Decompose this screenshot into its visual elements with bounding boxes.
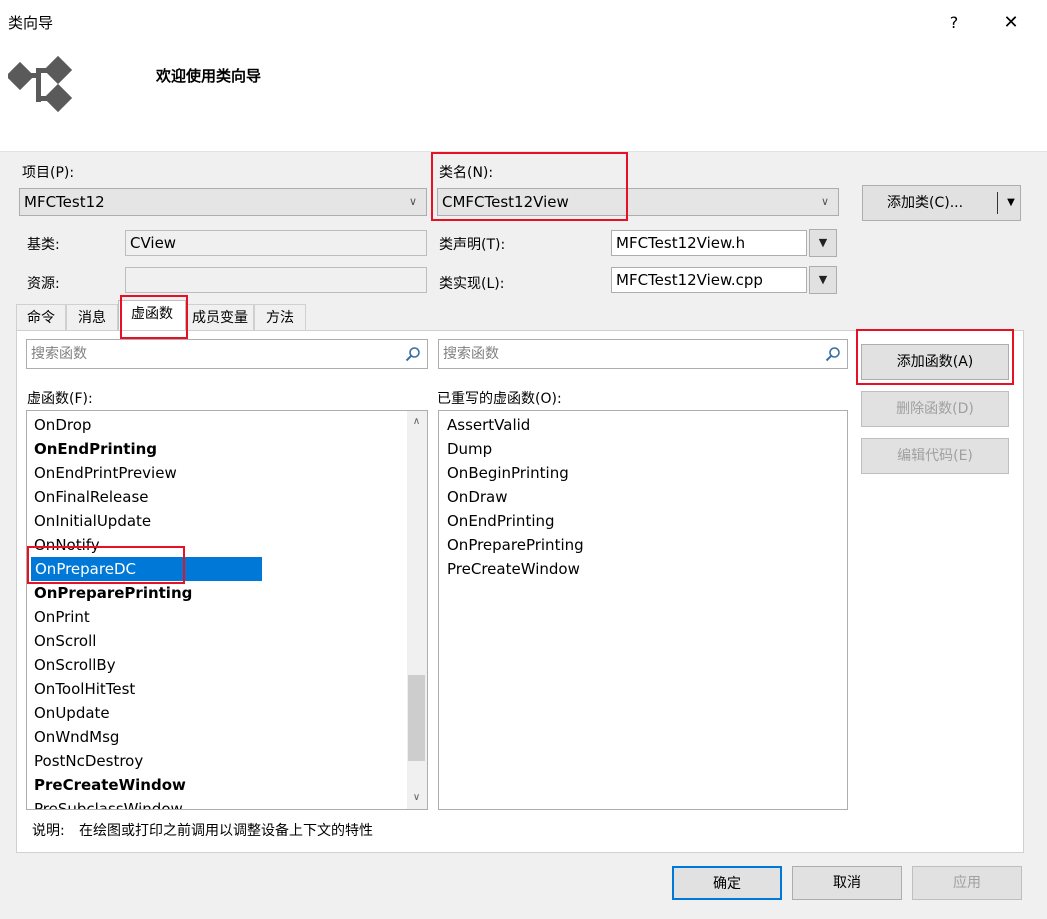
welcome-heading: 欢迎使用类向导 [156, 67, 262, 85]
help-button[interactable]: ? [938, 10, 970, 36]
edit-code-button[interactable]: 编辑代码(E) [861, 438, 1009, 474]
window-title: 类向导 [8, 14, 54, 32]
scroll-thumb[interactable] [408, 675, 425, 761]
list-item[interactable]: OnEndPrinting [27, 437, 407, 461]
baseclass-field: CView [125, 230, 427, 256]
declaration-field[interactable]: MFCTest12View.h [611, 230, 807, 256]
resource-label: 资源: [27, 276, 60, 292]
tab-messages[interactable]: 消息 [66, 304, 118, 330]
classname-combo[interactable]: CMFCTest12View ∨ [437, 188, 839, 216]
apply-button[interactable]: 应用 [912, 866, 1022, 900]
list-item-selected[interactable]: OnPrepareDC [31, 557, 262, 581]
split-divider [997, 192, 998, 214]
description-text: 在绘图或打印之前调用以调整设备上下文的特性 [79, 823, 373, 839]
list-item[interactable]: OnUpdate [27, 701, 407, 725]
chevron-down-icon: ∨ [820, 195, 830, 208]
overridden-search-placeholder: 搜索函数 [443, 346, 499, 362]
overridden-functions-items: AssertValid Dump OnBeginPrinting OnDraw OnEn… [439, 413, 847, 809]
list-item[interactable]: OnScroll [27, 629, 407, 653]
add-class-label: 添加类(C)... [887, 195, 964, 211]
tab-virtual-functions[interactable]: 虚函数 [118, 300, 186, 330]
virtual-list-scrollbar[interactable]: ∧ ∨ [407, 411, 427, 809]
list-item[interactable]: PostNcDestroy [27, 749, 407, 773]
class-wizard-logo-icon [8, 55, 73, 113]
list-item[interactable]: OnNotify [27, 533, 407, 557]
project-label: 项目(P): [22, 165, 75, 181]
baseclass-label: 基类: [27, 237, 60, 253]
close-button[interactable]: ✕ [995, 10, 1027, 36]
list-item[interactable]: OnDrop [27, 413, 407, 437]
tab-methods[interactable]: 方法 [254, 304, 306, 330]
list-item[interactable]: OnEndPrintPreview [27, 461, 407, 485]
caret-down-icon[interactable]: ▼ [1003, 186, 1019, 220]
project-value: MFCTest12 [24, 193, 105, 211]
classname-label: 类名(N): [439, 165, 494, 181]
virtual-search-placeholder: 搜索函数 [31, 346, 87, 362]
add-class-button[interactable]: 添加类(C)... ▼ [862, 185, 1021, 221]
list-item[interactable]: OnScrollBy [27, 653, 407, 677]
virtual-functions-label: 虚函数(F): [27, 391, 93, 407]
search-icon [405, 347, 420, 362]
tab-commands[interactable]: 命令 [16, 304, 66, 330]
ok-button[interactable]: 确定 [672, 866, 782, 900]
resource-field [125, 267, 427, 293]
overridden-search-input[interactable]: 搜索函数 [438, 339, 848, 369]
overridden-functions-label: 已重写的虚函数(O): [437, 391, 562, 407]
title-bar: 类向导 ? ✕ [0, 0, 1047, 44]
virtual-search-input[interactable]: 搜索函数 [26, 339, 428, 369]
virtual-functions-list[interactable]: OnDrop OnEndPrinting OnEndPrintPreview OnFi… [26, 410, 428, 810]
chevron-down-icon: ∨ [408, 195, 418, 208]
scroll-down-arrow-icon[interactable]: ∨ [408, 789, 425, 806]
list-item[interactable]: PreCreateWindow [439, 557, 847, 581]
implementation-label: 类实现(L): [439, 276, 505, 292]
welcome-banner [0, 44, 1047, 152]
add-function-button[interactable]: 添加函数(A) [861, 344, 1009, 380]
cancel-button[interactable]: 取消 [792, 866, 902, 900]
class-wizard-dialog: 类向导 ? ✕ 欢迎使用类向导 项目(P): MFCTest12 ∨ 类名(N)… [0, 0, 1047, 919]
list-item[interactable]: OnBeginPrinting [439, 461, 847, 485]
list-item[interactable]: OnPreparePrinting [439, 533, 847, 557]
tab-member-variables[interactable]: 成员变量 [186, 304, 254, 330]
implementation-field[interactable]: MFCTest12View.cpp [611, 267, 807, 293]
list-item[interactable]: OnPreparePrinting [27, 581, 407, 605]
description-label: 说明: [32, 823, 65, 839]
classname-value: CMFCTest12View [442, 193, 569, 211]
scroll-up-arrow-icon[interactable]: ∧ [408, 413, 425, 430]
list-item[interactable]: OnToolHitTest [27, 677, 407, 701]
list-item[interactable]: OnFinalRelease [27, 485, 407, 509]
declaration-dropdown-button[interactable]: ▼ [809, 229, 837, 257]
project-combo[interactable]: MFCTest12 ∨ [19, 188, 427, 216]
list-item[interactable]: Dump [439, 437, 847, 461]
list-item[interactable]: OnWndMsg [27, 725, 407, 749]
list-item[interactable]: AssertValid [439, 413, 847, 437]
delete-function-button[interactable]: 删除函数(D) [861, 391, 1009, 427]
virtual-functions-items: OnDrop OnEndPrinting OnEndPrintPreview OnFi… [27, 413, 407, 809]
list-item[interactable]: OnPrint [27, 605, 407, 629]
declaration-label: 类声明(T): [439, 237, 506, 253]
overridden-functions-list[interactable]: AssertValid Dump OnBeginPrinting OnDraw OnEn… [438, 410, 848, 810]
list-item[interactable]: OnInitialUpdate [27, 509, 407, 533]
list-item[interactable]: OnDraw [439, 485, 847, 509]
list-item[interactable]: PreSubclassWindow [27, 797, 407, 809]
search-icon [825, 347, 840, 362]
implementation-dropdown-button[interactable]: ▼ [809, 266, 837, 294]
list-item[interactable]: PreCreateWindow [27, 773, 407, 797]
list-item[interactable]: OnEndPrinting [439, 509, 847, 533]
